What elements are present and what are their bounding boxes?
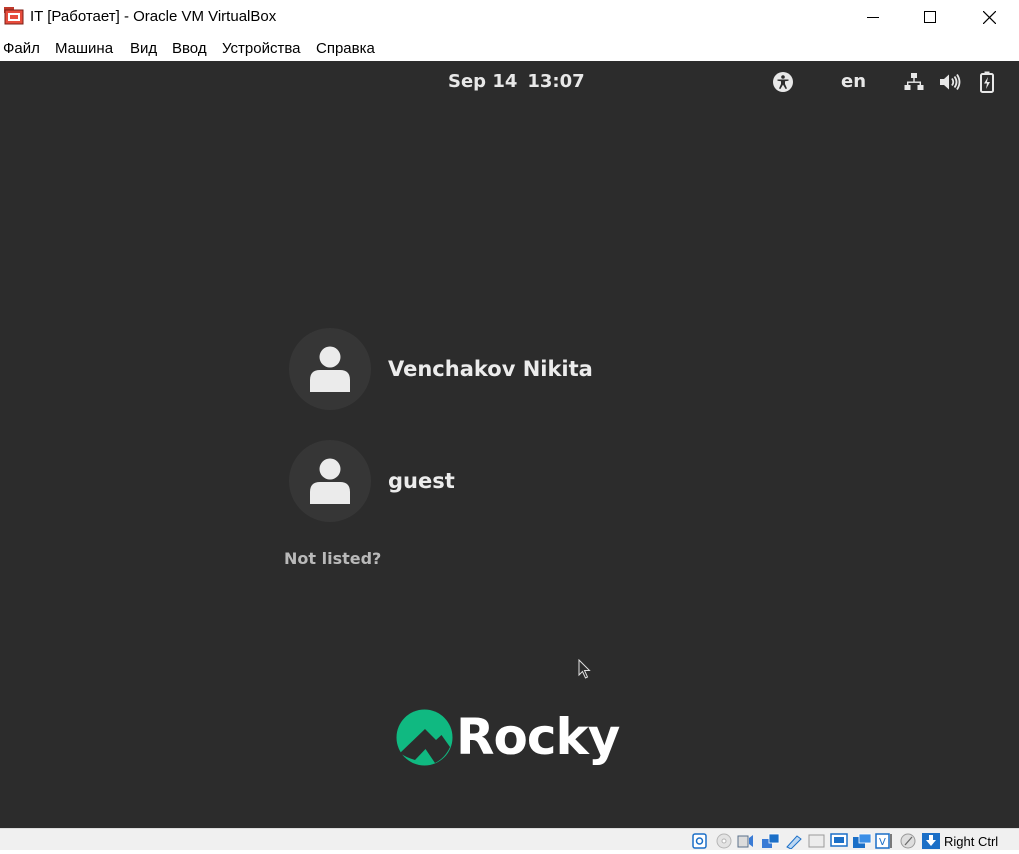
menu-input[interactable]: Ввод	[172, 40, 207, 57]
window-title: IT [Работает] - Oracle VM VirtualBox	[30, 8, 277, 25]
clock[interactable]: Sep 14 13:07	[448, 71, 585, 92]
not-listed-link[interactable]: Not listed?	[284, 549, 381, 568]
virtualbox-app-icon[interactable]	[4, 7, 24, 25]
status-bar: V Right Ctrl	[0, 828, 1019, 850]
optical-drive-icon[interactable]	[715, 833, 733, 849]
language-indicator[interactable]: en	[841, 71, 866, 92]
rocky-logo-text: Rocky	[456, 708, 620, 766]
rocky-logo-mark-icon	[396, 709, 453, 765]
battery-icon[interactable]	[975, 70, 999, 94]
vm-screen[interactable]: Sep 14 13:07 en Venchakov Nikita guest N…	[0, 61, 1019, 828]
clock-date: Sep 14	[448, 71, 518, 92]
audio-icon[interactable]	[737, 833, 755, 849]
rocky-logo: Rocky	[396, 707, 620, 767]
hard-disk-icon[interactable]	[691, 833, 709, 849]
keyboard-capture-icon[interactable]	[921, 833, 940, 849]
minimize-button[interactable]	[844, 0, 902, 34]
menu-file[interactable]: Файл	[3, 40, 40, 57]
network-icon[interactable]	[761, 833, 780, 849]
user-name: Venchakov Nikita	[388, 357, 593, 381]
video-capture-icon[interactable]	[852, 833, 872, 849]
usb-icon[interactable]	[785, 833, 803, 850]
volume-icon[interactable]	[938, 70, 962, 94]
menu-view[interactable]: Вид	[130, 40, 157, 57]
maximize-icon	[924, 11, 936, 23]
clock-time: 13:07	[527, 71, 585, 92]
accessibility-icon[interactable]	[771, 70, 795, 94]
user-item-guest[interactable]: guest	[289, 440, 455, 522]
mouse-integration-icon[interactable]	[898, 833, 916, 849]
menu-bar: Файл Машина Вид Ввод Устройства Справка	[0, 37, 1019, 61]
minimize-icon	[867, 17, 879, 18]
mouse-pointer-icon	[578, 658, 592, 684]
svg-text:V: V	[879, 837, 886, 848]
shared-folders-icon[interactable]	[808, 833, 826, 849]
cpu-icon[interactable]: V	[875, 833, 893, 849]
user-item-venchakov-nikita[interactable]: Venchakov Nikita	[289, 328, 593, 410]
user-name: guest	[388, 469, 455, 493]
menu-machine[interactable]: Машина	[55, 40, 113, 57]
user-avatar-icon	[289, 440, 371, 522]
close-button[interactable]	[960, 0, 1018, 34]
window-titlebar[interactable]: IT [Работает] - Oracle VM VirtualBox	[0, 0, 1019, 34]
close-icon	[982, 10, 996, 24]
user-avatar-icon	[289, 328, 371, 410]
menu-help[interactable]: Справка	[316, 40, 375, 57]
display-icon[interactable]	[830, 833, 848, 849]
host-key-label: Right Ctrl	[944, 834, 999, 849]
maximize-button[interactable]	[901, 0, 959, 34]
network-wired-icon[interactable]	[902, 70, 926, 94]
menu-devices[interactable]: Устройства	[222, 40, 300, 57]
